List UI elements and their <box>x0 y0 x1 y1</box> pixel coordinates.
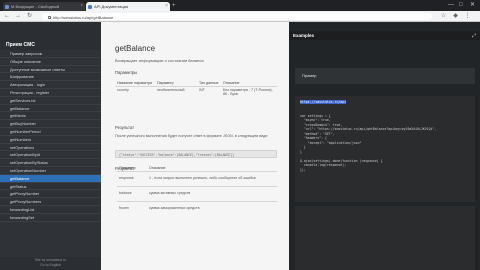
doc-icon <box>88 4 92 9</box>
fields-table: Параметр Описание response 1 - если запр… <box>117 165 277 216</box>
extension-icon[interactable]: ◆ <box>452 13 459 20</box>
table-cell: country <box>115 86 155 97</box>
tab-api-docs[interactable]: API Документация × <box>86 2 170 11</box>
sidebar-heading: Прием СМС <box>0 22 101 50</box>
table-cell: необязательный <box>155 86 197 97</box>
forward-icon[interactable]: → <box>15 12 21 21</box>
sidebar-item[interactable]: Доступные возможные ответы <box>0 66 101 74</box>
main-content: getBalance Возвращает информацию о состо… <box>101 22 289 270</box>
table-cell: Без параметра - 7 (Т-Россия), 86 - Букв <box>221 86 277 97</box>
sidebar-item[interactable]: Шифрование <box>0 73 101 82</box>
table-row: balance сумма активных средств <box>117 186 277 202</box>
tab-inbox[interactable]: M Входящие - Свободный × <box>3 2 85 11</box>
tab-bar: M Входящие - Свободный × API Документаци… <box>0 0 480 11</box>
maximize-icon[interactable]: □ <box>459 1 463 9</box>
browser-window: M Входящие - Свободный × API Документаци… <box>0 0 480 270</box>
sidebar-item[interactable]: setOperationByStatus <box>0 159 101 167</box>
table-row: response 1 - если запрос выполнен успешн… <box>117 171 277 187</box>
table-cell: balance <box>117 186 147 202</box>
table-cell: сумма замороженных средств <box>147 201 277 216</box>
sidebar-item[interactable]: forwardingList <box>0 206 101 214</box>
expand-icon[interactable]: ⤢ <box>472 33 476 39</box>
star-icon[interactable]: ☆ <box>440 13 447 20</box>
table-cell: frozen <box>117 201 147 216</box>
sidebar-item[interactable]: getBalance <box>0 105 101 113</box>
table-row: frozen сумма замороженных средств <box>117 201 277 216</box>
example-response <box>295 206 475 270</box>
sidebar-item[interactable]: Общие описание <box>0 58 101 66</box>
url-field[interactable]: http://smsstatus.ru/api/getBalance <box>42 13 432 20</box>
back-icon[interactable]: ← <box>4 12 10 21</box>
minimize-icon[interactable]: — <box>448 1 454 9</box>
lock-icon <box>48 15 51 19</box>
tab-title: M Входящие - Свободный <box>11 4 60 9</box>
sidebar-item[interactable]: getNumberPeriod <box>0 128 101 136</box>
params-heading: Параметры <box>115 70 138 75</box>
table-row: country необязательный INT Без параметра… <box>115 86 277 97</box>
sidebar-item[interactable]: setOperations <box>0 144 101 152</box>
url-text: http://smsstatus.ru/api/getBalance <box>53 14 114 20</box>
examples-heading: Examples <box>289 31 480 40</box>
mail-icon <box>5 4 9 9</box>
close-tab-icon[interactable]: × <box>80 3 83 9</box>
result-text: После успешного выполнения будет получен… <box>115 134 269 138</box>
close-window-icon[interactable]: ✕ <box>470 1 475 9</box>
examples-panel: Examples Пример https://smsstatus.ru/api… <box>289 22 480 270</box>
table-cell: 1 - если запрос выполнен успешно, либо с… <box>147 171 277 187</box>
close-tab-icon[interactable]: × <box>165 3 168 9</box>
sidebar-item[interactable]: Пример запросов <box>0 50 101 58</box>
sidebar-item[interactable]: getMsms <box>0 112 101 121</box>
code-line: }); <box>300 167 306 172</box>
selected-url[interactable]: https://smsstatus.ru/api <box>300 100 347 104</box>
sidebar-footer-lang[interactable]: Go to English <box>0 263 101 268</box>
sidebar-item[interactable]: setOperationById <box>0 151 101 160</box>
sidebar-footer: Site by smsstatus.ru Go to English <box>0 257 101 270</box>
tab-title: API Документация <box>94 4 129 9</box>
sidebar-item[interactable]: getStatus <box>0 183 101 191</box>
sidebar-list: Пример запросов Общие описание Доступные в… <box>0 50 101 222</box>
sidebar-item[interactable]: forwardingSet <box>0 214 101 222</box>
sidebar-item[interactable]: setOperationNumber <box>0 167 101 175</box>
example-request-label[interactable]: Пример <box>295 68 475 84</box>
sidebar-item[interactable]: getProxyNumbers <box>0 198 101 206</box>
sidebar-item[interactable]: getBalance <box>0 174 101 183</box>
menu-icon[interactable]: ⋮ <box>464 13 471 20</box>
sidebar-item[interactable]: getNumbers <box>0 136 101 144</box>
sidebar: Прием СМС Пример запросов Общие описание Д… <box>0 22 101 270</box>
address-bar: ← → ↻ http://smsstatus.ru/api/getBalance… <box>0 11 480 22</box>
sidebar-item[interactable]: getServices.txt <box>0 97 101 105</box>
table-cell: INT <box>197 86 221 97</box>
sidebar-item[interactable]: getBuyNumber <box>0 120 101 128</box>
sidebar-item[interactable]: Авторизация - login <box>0 81 101 89</box>
new-tab-button[interactable]: + <box>172 2 176 10</box>
table-cell: response <box>117 171 147 187</box>
example-code[interactable]: https://smsstatus.ru/api var settings = {… <box>295 96 475 202</box>
page-description: Возвращает информацию о состоянии баланс… <box>115 58 204 63</box>
result-code: {"status":"SUCCESS","balance":[BALANCE],… <box>115 150 277 158</box>
sidebar-item[interactable]: getProxyNumber <box>0 190 101 199</box>
table-cell: сумма активных средств <box>147 186 277 202</box>
sidebar-item[interactable]: Регистрация - register <box>0 89 101 97</box>
reload-icon[interactable]: ↻ <box>27 12 32 21</box>
params-table: Название параметра Параметр Тип данных О… <box>115 80 277 97</box>
result-heading: Результат <box>115 125 135 130</box>
page-title: getBalance <box>115 44 156 53</box>
